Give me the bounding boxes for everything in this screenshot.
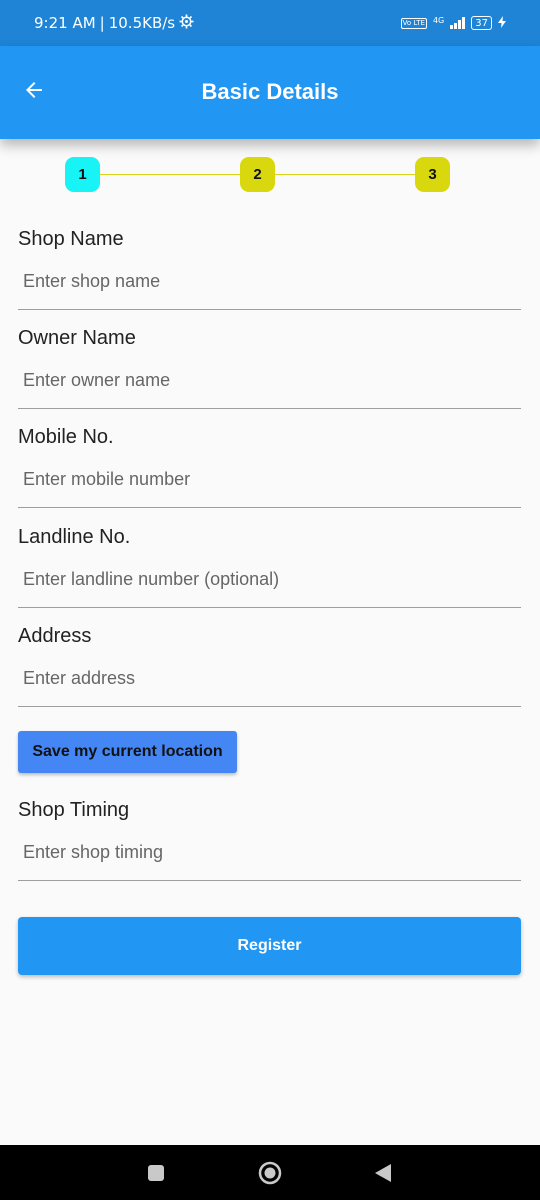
shop-name-label: Shop Name: [18, 228, 124, 250]
step-number: 1: [78, 166, 87, 183]
step-2[interactable]: 2: [240, 157, 275, 192]
triangle-back-icon[interactable]: [374, 1163, 392, 1188]
battery-icon: 37: [471, 16, 492, 30]
status-left: 9:21 AM | 10.5KB/s: [34, 13, 194, 33]
system-nav-bar: [0, 1145, 540, 1200]
shop-name-field: Shop Name: [18, 228, 521, 310]
signal-icon: [450, 17, 466, 29]
address-input[interactable]: [18, 663, 521, 707]
network-type: 4G: [432, 15, 445, 25]
status-speed: 10.5KB/s: [108, 14, 176, 32]
shop-timing-input[interactable]: [18, 837, 521, 881]
owner-name-input[interactable]: [18, 365, 521, 409]
square-icon[interactable]: [147, 1164, 165, 1187]
step-connector: [275, 174, 415, 175]
step-number: 2: [253, 166, 262, 183]
page-title: Basic Details: [201, 79, 339, 104]
step-number: 3: [428, 166, 437, 183]
mobile-input[interactable]: [18, 464, 521, 508]
register-button[interactable]: Register: [18, 917, 521, 975]
step-connector: [100, 174, 240, 175]
landline-label: Landline No.: [18, 526, 131, 548]
mobile-label: Mobile No.: [18, 426, 114, 448]
stepper: 1 2 3: [0, 157, 540, 193]
charging-icon: [498, 15, 506, 31]
address-label: Address: [18, 625, 92, 647]
owner-name-field: Owner Name: [18, 327, 521, 409]
status-time: 9:21 AM: [34, 14, 96, 32]
landline-input[interactable]: [18, 564, 521, 608]
volte-badge: Vo LTE: [400, 17, 427, 29]
address-field: Address: [18, 625, 521, 707]
shop-name-input[interactable]: [18, 266, 521, 310]
battery-level: 37: [475, 17, 488, 29]
save-location-button[interactable]: Save my current location: [18, 731, 237, 773]
step-3[interactable]: 3: [415, 157, 450, 192]
settings-gear-icon: [179, 13, 194, 33]
status-bar: 9:21 AM | 10.5KB/s Vo LTE 4G 37: [0, 0, 540, 46]
mobile-field: Mobile No.: [18, 426, 521, 508]
status-separator: |: [99, 14, 105, 32]
landline-field: Landline No.: [18, 526, 521, 608]
owner-name-label: Owner Name: [18, 327, 136, 349]
status-right: Vo LTE 4G 37: [400, 15, 506, 31]
app-bar: Basic Details: [0, 46, 540, 139]
shop-timing-field: Shop Timing: [18, 799, 521, 881]
circle-home-icon[interactable]: [258, 1161, 282, 1190]
step-1[interactable]: 1: [65, 157, 100, 192]
shop-timing-label: Shop Timing: [18, 799, 130, 821]
